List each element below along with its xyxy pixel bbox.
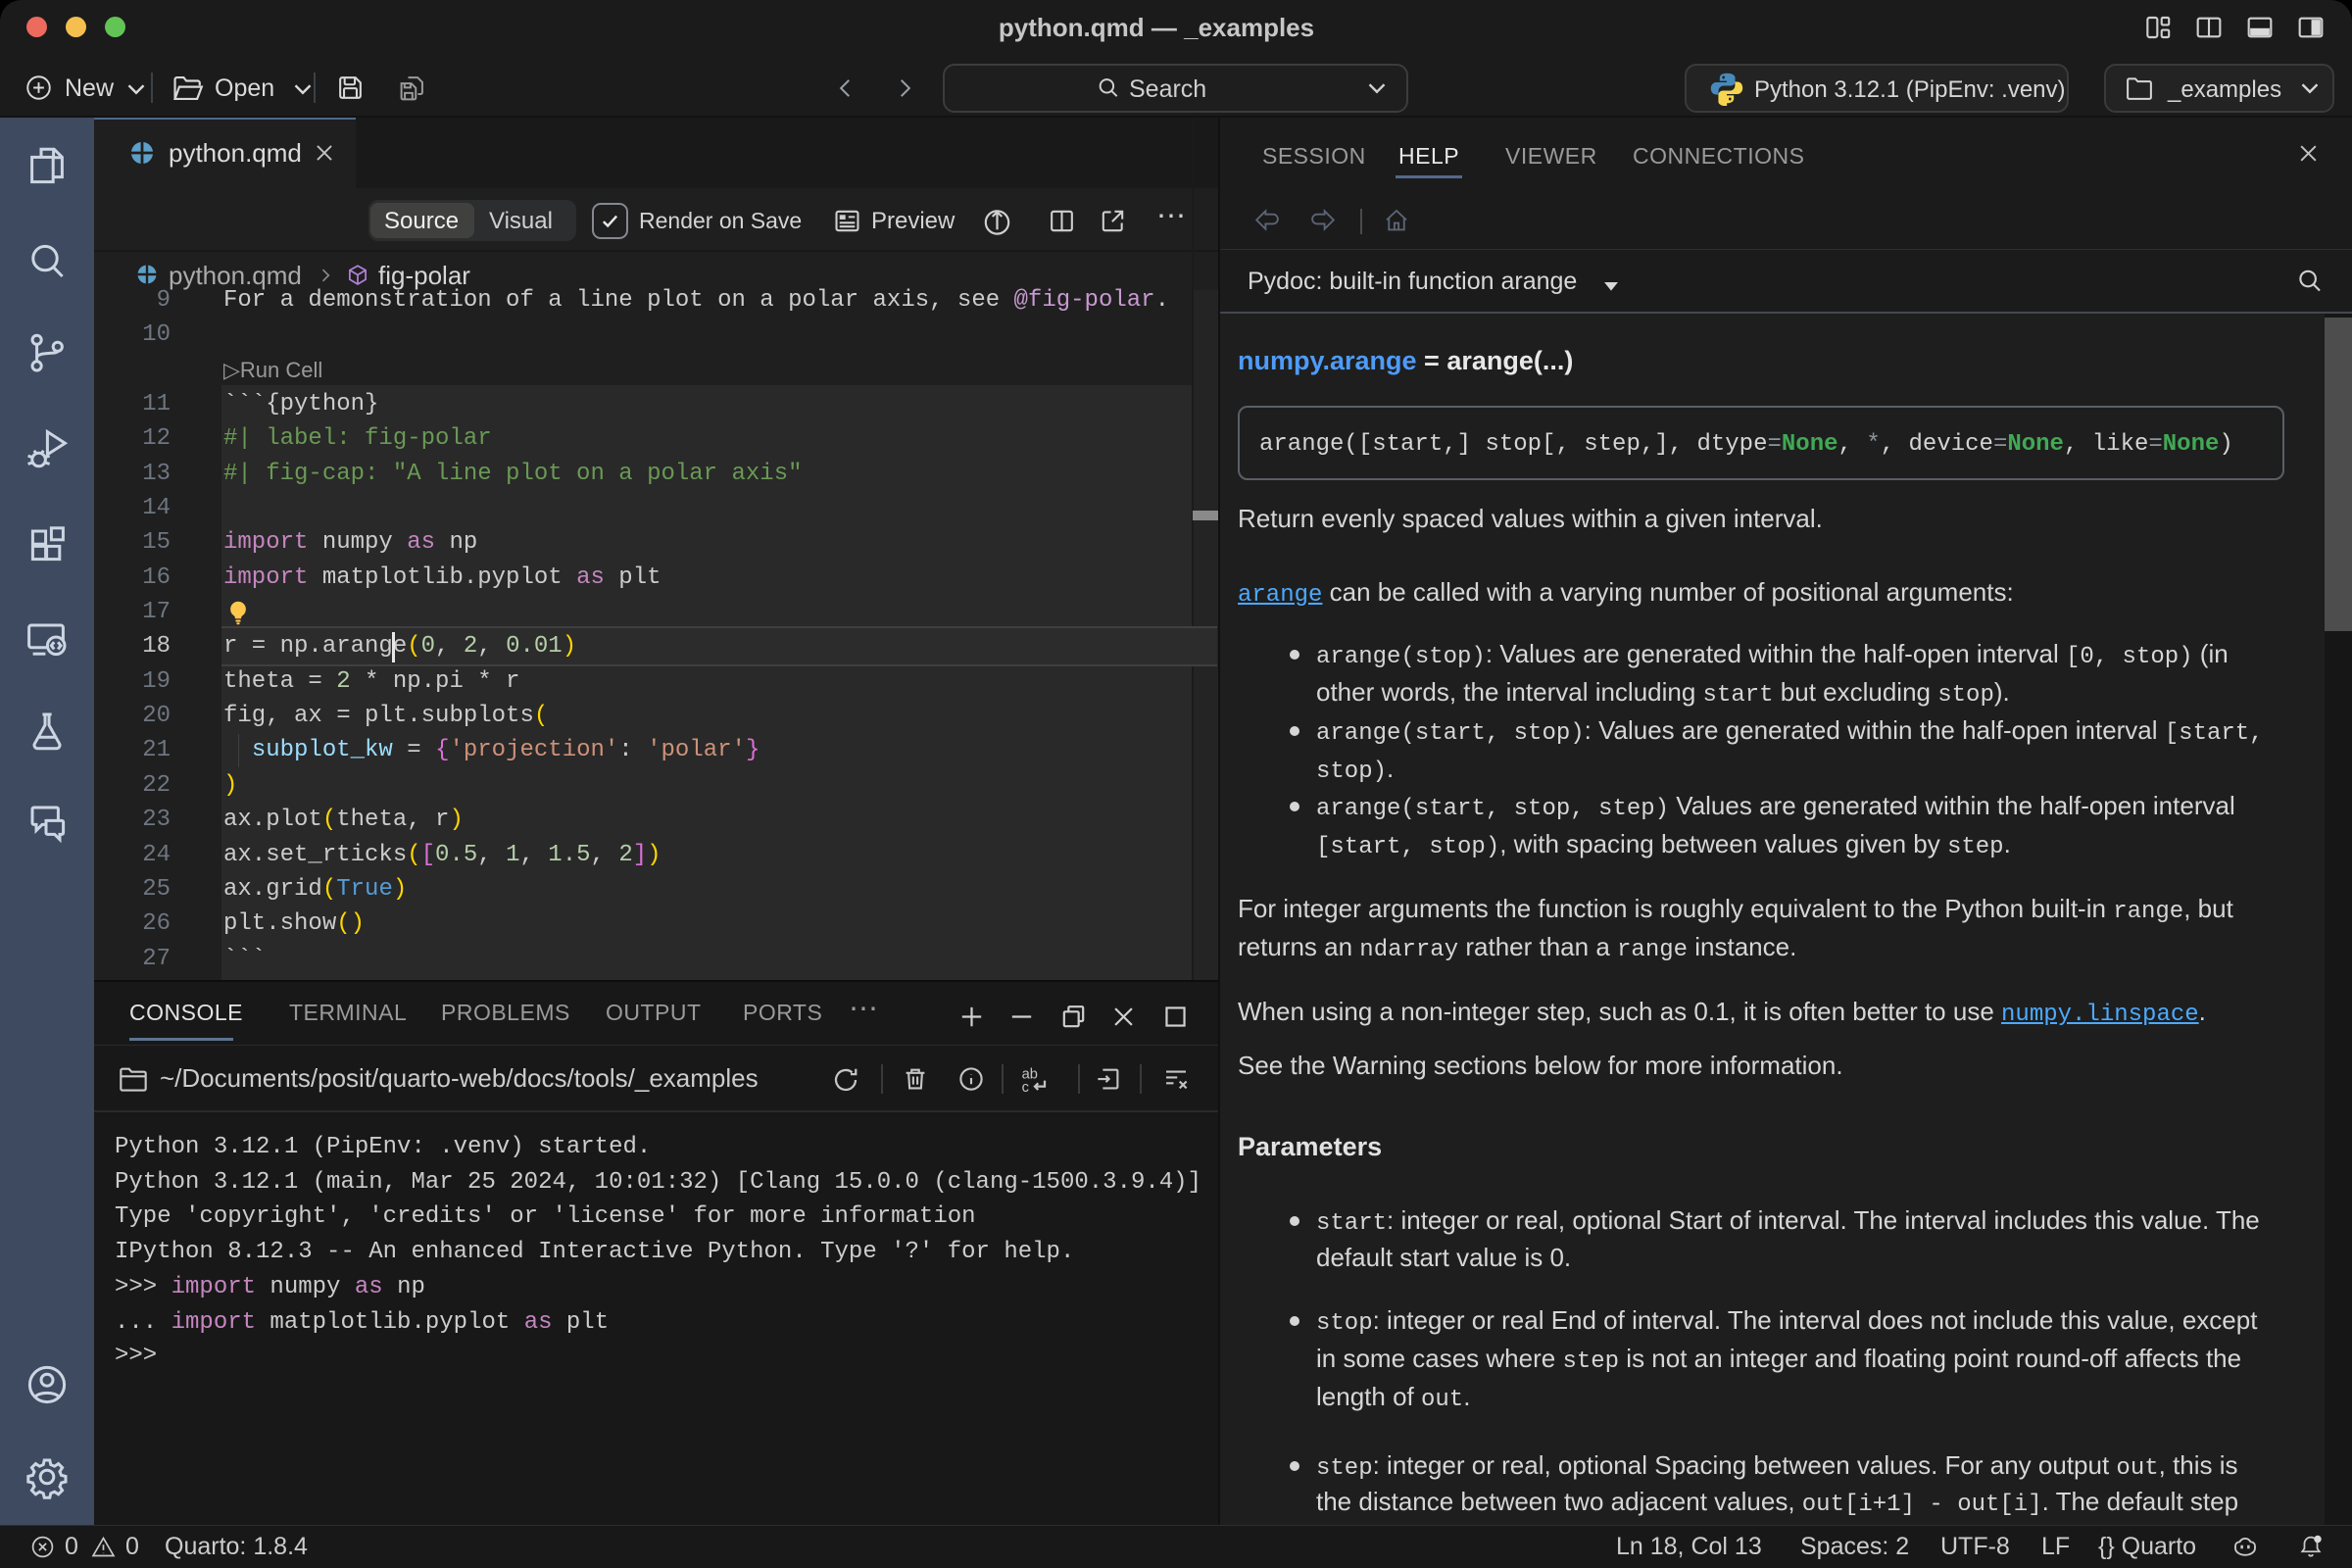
svg-text:c: c xyxy=(1022,1080,1029,1096)
